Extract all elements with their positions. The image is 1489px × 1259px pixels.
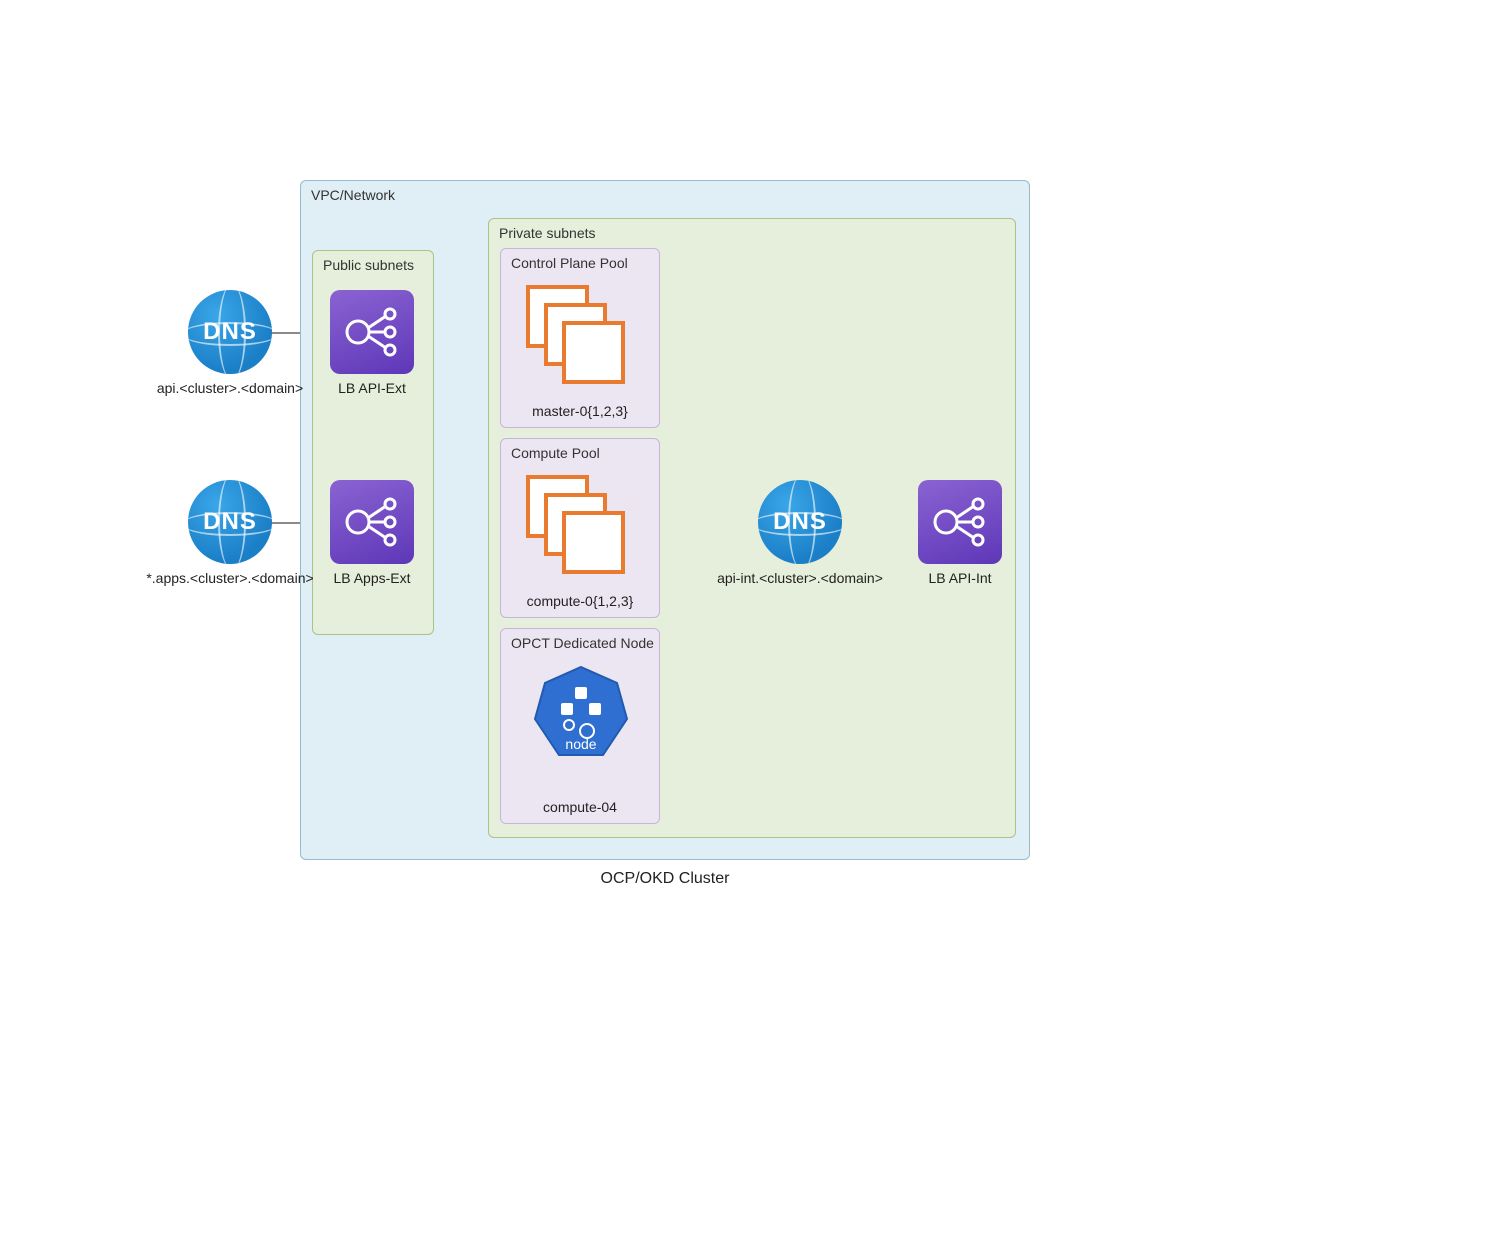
dns-glyph: DNS (203, 508, 257, 536)
dns-glyph: DNS (203, 318, 257, 346)
lb-api-ext: LB API-Ext (322, 290, 422, 396)
dns-apps-ext: DNS *.apps.<cluster>.<domain> (150, 480, 310, 586)
opct-pool-label: OPCT Dedicated Node (511, 635, 654, 651)
lb-api-int: LB API-Int (910, 480, 1010, 586)
master-stack-icon (526, 285, 636, 385)
vpc-label: VPC/Network (311, 187, 395, 203)
compute-pool: Compute Pool compute-0{1,2,3} (500, 438, 660, 618)
dns-icon: DNS (758, 480, 842, 564)
lb-apps-ext: LB Apps-Ext (322, 480, 422, 586)
dns-api-ext: DNS api.<cluster>.<domain> (150, 290, 310, 396)
diagram-caption: OCP/OKD Cluster (300, 870, 1030, 888)
opct-pool: OPCT Dedicated Node node compute-04 (500, 628, 660, 824)
opct-members-label: compute-04 (501, 799, 659, 815)
control-plane-pool-label: Control Plane Pool (511, 255, 628, 271)
dns-api-int-label: api-int.<cluster>.<domain> (670, 570, 930, 586)
dns-api-int: DNS api-int.<cluster>.<domain> (720, 480, 880, 586)
lb-apps-ext-label: LB Apps-Ext (322, 570, 422, 586)
master-members-label: master-0{1,2,3} (501, 403, 659, 419)
k8s-node-glyph-text: node (565, 736, 596, 752)
public-subnets-label: Public subnets (323, 257, 414, 273)
compute-members-label: compute-0{1,2,3} (501, 593, 659, 609)
dns-glyph: DNS (773, 508, 827, 536)
dns-icon: DNS (188, 480, 272, 564)
compute-pool-label: Compute Pool (511, 445, 600, 461)
lb-api-ext-label: LB API-Ext (322, 380, 422, 396)
load-balancer-icon (330, 290, 414, 374)
lb-api-int-label: LB API-Int (910, 570, 1010, 586)
diagram-stage: VPC/Network Public subnets Private subne… (0, 0, 1489, 1259)
private-subnets-label: Private subnets (499, 225, 596, 241)
dns-icon: DNS (188, 290, 272, 374)
k8s-node-icon: node (531, 663, 631, 763)
dns-api-ext-label: api.<cluster>.<domain> (110, 380, 350, 396)
compute-stack-icon (526, 475, 636, 575)
control-plane-pool: Control Plane Pool master-0{1,2,3} (500, 248, 660, 428)
load-balancer-icon (330, 480, 414, 564)
load-balancer-icon (918, 480, 1002, 564)
